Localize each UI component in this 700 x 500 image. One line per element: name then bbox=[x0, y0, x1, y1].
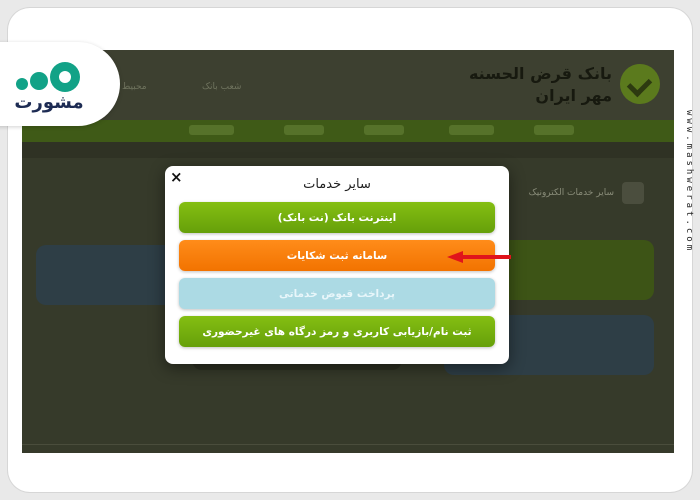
nav-item[interactable] bbox=[534, 125, 574, 135]
background-card bbox=[36, 245, 186, 305]
top-link-second[interactable]: محبیط bbox=[122, 82, 147, 92]
registration-recovery-button[interactable]: ثبت نام/بازیابی کاربری و رمز درگاه های غ… bbox=[179, 316, 495, 347]
bill-payment-button-label: پرداخت قبوض خدماتی bbox=[279, 287, 395, 300]
site-navbar bbox=[22, 120, 674, 142]
bank-name-line1: بانک قرض الحسنه bbox=[468, 64, 612, 83]
registration-recovery-button-label: ثبت نام/بازیابی کاربری و رمز درگاه های غ… bbox=[202, 325, 472, 338]
complaints-system-button-label: سامانه ثبت شکایات bbox=[286, 249, 388, 262]
nav-item[interactable] bbox=[284, 125, 324, 135]
nav-item[interactable] bbox=[189, 125, 234, 135]
site-subbar bbox=[22, 142, 674, 158]
footer-divider bbox=[22, 444, 674, 445]
nav-item[interactable] bbox=[364, 125, 404, 135]
internet-bank-button-label: اینترنت بانک (نت بانک) bbox=[277, 211, 397, 224]
other-services-modal: × سایر خدمات اینترنت بانک (نت بانک) ساما… bbox=[165, 166, 509, 364]
top-link-branches[interactable]: شعب بانک bbox=[202, 82, 241, 92]
brand-watermark-badge: مشورت bbox=[0, 42, 120, 126]
bank-name-line2: مهر ایران bbox=[535, 86, 612, 105]
brand-logo-dot bbox=[16, 78, 28, 90]
internet-bank-button[interactable]: اینترنت بانک (نت بانک) bbox=[179, 202, 495, 233]
bank-logo-icon bbox=[620, 64, 660, 104]
modal-title: سایر خدمات bbox=[303, 177, 371, 192]
brand-logo-ring-icon bbox=[50, 62, 80, 92]
nav-item[interactable] bbox=[449, 125, 494, 135]
brand-wordmark: مشورت bbox=[14, 92, 84, 113]
services-icon bbox=[622, 182, 644, 204]
bill-payment-button[interactable]: پرداخت قبوض خدماتی bbox=[179, 278, 495, 309]
side-watermark-url: www.mashwerat.com bbox=[684, 110, 694, 254]
brand-logo-dot bbox=[30, 72, 48, 90]
red-arrow-annotation-icon bbox=[447, 251, 511, 263]
page-breadcrumb: سایر خدمات الکترونیک bbox=[528, 188, 614, 198]
